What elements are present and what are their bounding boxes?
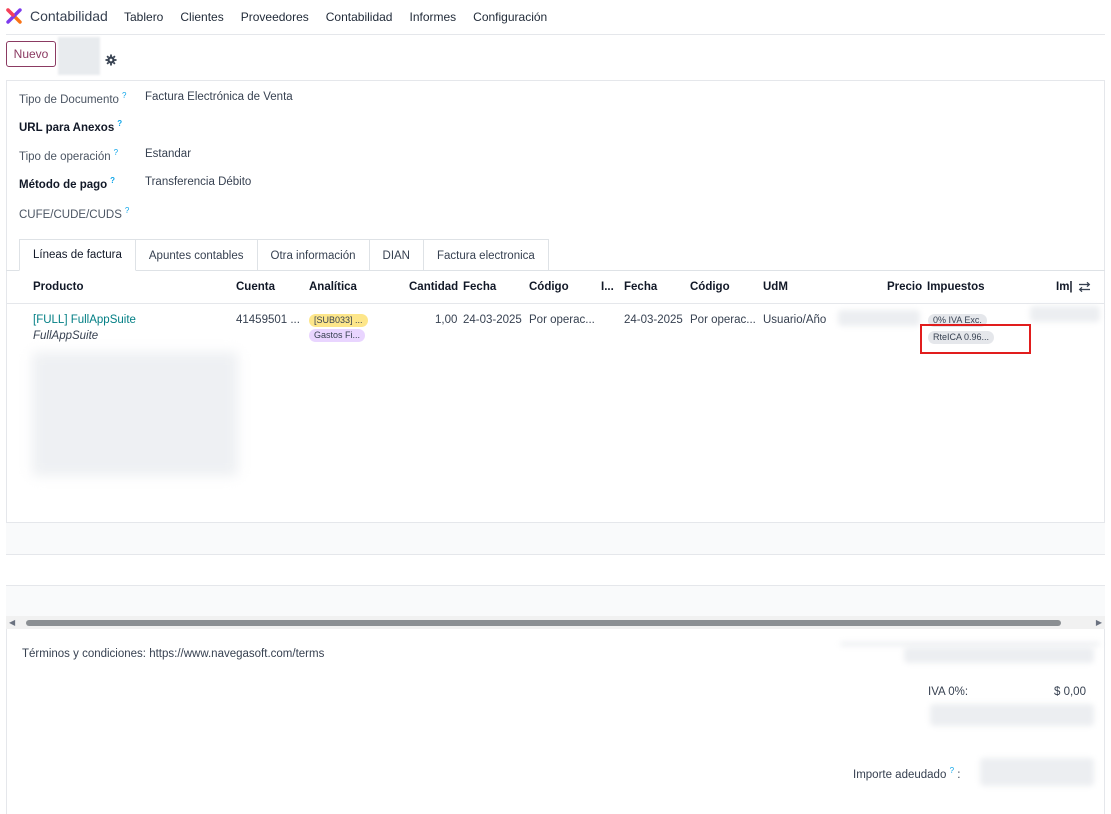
column-header-codigo-2[interactable]: Código <box>690 281 730 293</box>
app-name[interactable]: Contabilidad <box>30 8 108 24</box>
field-value-tipo-operacion[interactable]: Estandar <box>145 148 191 160</box>
table-header-divider <box>6 303 1105 304</box>
sheet-right-border <box>1104 80 1105 814</box>
field-label-metodo-pago: Método de pago? <box>19 176 116 191</box>
empty-row <box>6 586 1105 616</box>
column-header-producto[interactable]: Producto <box>33 281 83 293</box>
column-header-impuestos[interactable]: Impuestos <box>927 281 985 293</box>
redacted-divider <box>840 642 1100 646</box>
new-button[interactable]: Nuevo <box>6 41 56 67</box>
navbar-divider <box>6 34 1105 35</box>
iva-label: IVA 0%: <box>928 686 969 698</box>
help-icon[interactable]: ? <box>122 91 126 100</box>
notebook-tabs: Líneas de factura Apuntes contables Otra… <box>19 239 549 271</box>
line-date[interactable]: 24-03-2025 <box>463 314 522 326</box>
scrollbar-thumb[interactable] <box>26 620 1061 626</box>
menu-tablero[interactable]: Tablero <box>124 10 163 24</box>
field-value-cufe[interactable] <box>145 206 445 220</box>
tab-factura-electronica[interactable]: Factura electronica <box>423 239 549 271</box>
line-product-link[interactable]: [FULL] FullAppSuite <box>33 314 136 326</box>
help-icon[interactable]: ? <box>114 148 118 157</box>
menu-proveedores[interactable]: Proveedores <box>241 10 309 24</box>
analytic-tag[interactable]: [SUB033] ... <box>309 314 368 327</box>
column-header-codigo[interactable]: Código <box>529 281 569 293</box>
help-icon[interactable]: ? <box>110 176 115 185</box>
line-code-2[interactable]: Por operac... <box>690 314 756 326</box>
column-header-cantidad[interactable]: Cantidad <box>409 281 458 293</box>
column-header-importe[interactable]: Im| <box>1056 281 1074 293</box>
tab-lineas-factura[interactable]: Líneas de factura <box>19 239 136 271</box>
field-label-url-anexos: URL para Anexos? <box>19 119 123 134</box>
tab-apuntes-contables[interactable]: Apuntes contables <box>134 239 258 271</box>
redacted-price <box>838 310 920 326</box>
breadcrumb-redacted <box>58 37 100 75</box>
column-header-fecha-2[interactable]: Fecha <box>624 281 657 293</box>
line-quantity[interactable]: 1,00 <box>435 314 457 326</box>
redacted-subtotal <box>1030 306 1100 322</box>
redacted-total <box>930 704 1094 726</box>
column-header-i[interactable]: I... <box>601 281 614 293</box>
optional-columns-icon[interactable] <box>1078 281 1091 293</box>
sheet-left-border <box>6 80 7 814</box>
gear-icon[interactable] <box>105 54 117 66</box>
tab-dian[interactable]: DIAN <box>368 239 424 271</box>
help-icon[interactable]: ? <box>125 206 129 215</box>
line-uom[interactable]: Usuario/Año <box>763 314 826 326</box>
line-code[interactable]: Por operac... <box>529 314 595 326</box>
column-header-cuenta[interactable]: Cuenta <box>236 281 275 293</box>
field-value-tipo-documento[interactable]: Factura Electrónica de Venta <box>145 91 293 103</box>
form-top-divider <box>6 80 1105 81</box>
amount-due-label: Importe adeudado ? : <box>853 766 961 781</box>
menu-clientes[interactable]: Clientes <box>180 10 223 24</box>
line-description[interactable]: FullAppSuite <box>33 330 98 342</box>
redacted-subtotal-total <box>904 647 1094 663</box>
line-account[interactable]: 41459501 ... <box>236 314 300 326</box>
analytic-tag[interactable]: Gastos Fi... <box>309 329 366 342</box>
field-label-tipo-operacion: Tipo de operación? <box>19 148 119 163</box>
scroll-left-icon[interactable]: ◀ <box>9 618 15 627</box>
redacted-amount-due <box>980 758 1094 786</box>
menu-informes[interactable]: Informes <box>409 10 456 24</box>
redacted-notes <box>32 352 238 476</box>
scroll-right-icon[interactable]: ▶ <box>1096 618 1102 627</box>
field-value-metodo-pago[interactable]: Transferencia Débito <box>145 176 251 188</box>
field-value-url-anexos[interactable] <box>145 119 445 133</box>
iva-value: $ 0,00 <box>1054 686 1086 698</box>
terms-and-conditions[interactable]: Términos y condiciones: https://www.nave… <box>22 648 324 660</box>
tab-otra-informacion[interactable]: Otra información <box>256 239 370 271</box>
field-label-cufe: CUFE/CUDE/CUDS? <box>19 206 130 221</box>
top-navbar: Contabilidad Tablero Clientes Proveedore… <box>0 0 1111 34</box>
horizontal-scrollbar[interactable]: ◀ ▶ <box>6 616 1105 629</box>
empty-row <box>6 523 1105 554</box>
column-header-fecha[interactable]: Fecha <box>463 281 496 293</box>
main-menu: Tablero Clientes Proveedores Contabilida… <box>124 10 564 24</box>
column-header-udm[interactable]: UdM <box>763 281 788 293</box>
menu-configuracion[interactable]: Configuración <box>473 10 547 24</box>
tabs-divider <box>6 270 1105 271</box>
highlight-box <box>920 324 1031 354</box>
column-header-analitica[interactable]: Analítica <box>309 281 357 293</box>
menu-contabilidad[interactable]: Contabilidad <box>326 10 393 24</box>
empty-row <box>6 555 1105 585</box>
line-date-2[interactable]: 24-03-2025 <box>624 314 683 326</box>
help-icon[interactable]: ? <box>950 766 954 775</box>
column-header-precio[interactable]: Precio <box>887 281 922 293</box>
app-logo-icon[interactable] <box>6 8 22 24</box>
field-label-tipo-documento: Tipo de Documento? <box>19 91 127 106</box>
help-icon[interactable]: ? <box>117 119 122 128</box>
